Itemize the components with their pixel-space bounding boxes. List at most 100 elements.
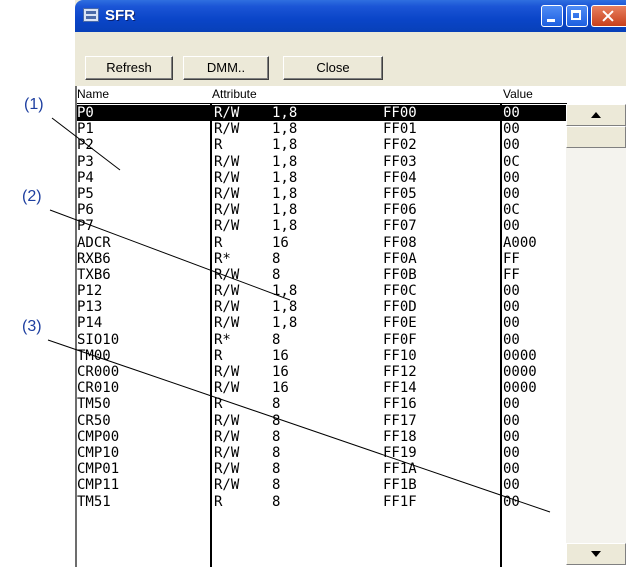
register-value: 0C <box>503 153 520 170</box>
bit-size: 8 <box>272 477 281 494</box>
register-value: 00 <box>503 283 520 300</box>
register-name: P0 <box>77 105 94 121</box>
table-row[interactable]: P7 R/W 1,8 FF07 00 <box>77 218 567 234</box>
window-app-icon[interactable] <box>83 8 99 22</box>
bit-size: 16 <box>272 347 289 364</box>
register-address: FF16 <box>383 396 417 413</box>
register-address: FF0B <box>383 266 417 283</box>
table-row[interactable]: CMP00 R/W 8 FF18 00 <box>77 429 567 445</box>
maximize-icon[interactable] <box>566 5 588 27</box>
bit-size: 16 <box>272 234 289 251</box>
register-name: P5 <box>77 185 94 202</box>
access-attribute: R/W <box>214 444 240 461</box>
register-name: P3 <box>77 153 94 170</box>
register-name: P4 <box>77 169 94 186</box>
access-attribute: R/W <box>214 477 240 494</box>
bit-size: 1,8 <box>272 299 298 316</box>
bit-size: 1,8 <box>272 105 298 121</box>
table-row[interactable]: P5 R/W 1,8 FF05 00 <box>77 186 567 202</box>
register-value: 00 <box>503 444 520 461</box>
column-header-value[interactable]: Value <box>503 86 533 103</box>
register-value: 00 <box>503 169 520 186</box>
table-row[interactable]: P6 R/W 1,8 FF06 0C <box>77 202 567 218</box>
access-attribute: R/W <box>214 121 240 138</box>
table-row[interactable]: P2 R 1,8 FF02 00 <box>77 137 567 153</box>
table-row[interactable]: CR000 R/W 16 FF12 0000 <box>77 364 567 380</box>
register-value: FF <box>503 250 520 267</box>
register-name: P1 <box>77 121 94 138</box>
register-address: FF0C <box>383 283 417 300</box>
register-address: FF00 <box>383 105 417 121</box>
access-attribute: R <box>214 347 223 364</box>
table-row[interactable]: ADCR R 16 FF08 A000 <box>77 235 567 251</box>
access-attribute: R/W <box>214 412 240 429</box>
table-row[interactable]: TM50 R 8 FF16 00 <box>77 396 567 412</box>
bit-size: 1,8 <box>272 185 298 202</box>
register-name: P12 <box>77 283 103 300</box>
dmm-button[interactable]: DMM.. <box>183 56 269 80</box>
table-row[interactable]: P0 R/W 1,8 FF00 00 <box>77 105 567 122</box>
table-row[interactable]: TM00 R 16 FF10 0000 <box>77 348 567 364</box>
access-attribute: R <box>214 234 223 251</box>
sfr-list[interactable]: Name Attribute Value P0 R/W 1,8 FF00 00 P1 R/W… <box>75 86 626 567</box>
register-value: 00 <box>503 428 520 445</box>
register-value: 00 <box>503 185 520 202</box>
register-address: FF0D <box>383 299 417 316</box>
register-address: FF12 <box>383 364 417 380</box>
register-value: 0000 <box>503 364 537 380</box>
register-value: 0000 <box>503 347 537 364</box>
access-attribute: R/W <box>214 202 240 219</box>
scroll-thumb[interactable] <box>566 126 626 148</box>
close-button[interactable]: Close <box>283 56 383 80</box>
register-address: FF06 <box>383 202 417 219</box>
table-row[interactable]: TXB6 R/W 8 FF0B FF <box>77 267 567 283</box>
close-icon[interactable] <box>591 5 626 27</box>
register-address: FF1F <box>383 493 417 510</box>
register-name: TXB6 <box>77 266 111 283</box>
register-address: FF19 <box>383 444 417 461</box>
table-row[interactable]: CR010 R/W 16 FF14 0000 <box>77 380 567 396</box>
register-name: CR50 <box>77 412 111 429</box>
table-row[interactable]: SIO10 R* 8 FF0F 00 <box>77 332 567 348</box>
access-attribute: R/W <box>214 428 240 445</box>
register-value: 00 <box>503 299 520 316</box>
minimize-icon[interactable] <box>541 5 563 27</box>
register-value: 00 <box>503 218 520 235</box>
scroll-up-arrow-icon[interactable] <box>566 104 626 126</box>
table-row[interactable]: CMP01 R/W 8 FF1A 00 <box>77 461 567 477</box>
bit-size: 8 <box>272 331 281 348</box>
column-header-attribute[interactable]: Attribute <box>212 86 257 103</box>
table-row[interactable]: TM51 R 8 FF1F 00 <box>77 494 567 510</box>
table-row[interactable]: RXB6 R* 8 FF0A FF <box>77 251 567 267</box>
register-value: 00 <box>503 121 520 138</box>
register-value: 00 <box>503 331 520 348</box>
callout-label-3: (3) <box>22 318 42 335</box>
table-row[interactable]: CMP11 R/W 8 FF1B 00 <box>77 477 567 493</box>
register-address: FF1B <box>383 477 417 494</box>
vertical-scrollbar[interactable] <box>566 104 626 565</box>
title-bar[interactable]: SFR <box>75 0 626 32</box>
bit-size: 8 <box>272 428 281 445</box>
table-row[interactable]: P12 R/W 1,8 FF0C 00 <box>77 283 567 299</box>
table-row[interactable]: CR50 R/W 8 FF17 00 <box>77 413 567 429</box>
refresh-button[interactable]: Refresh <box>85 56 173 80</box>
bit-size: 8 <box>272 396 281 413</box>
bit-size: 16 <box>272 364 289 380</box>
table-row[interactable]: P14 R/W 1,8 FF0E 00 <box>77 315 567 331</box>
column-header-name[interactable]: Name <box>77 86 109 103</box>
access-attribute: R/W <box>214 461 240 478</box>
window-title: SFR <box>105 7 135 24</box>
callout-label-1: (1) <box>24 96 44 113</box>
table-row[interactable]: P1 R/W 1,8 FF01 00 <box>77 121 567 137</box>
table-row[interactable]: P13 R/W 1,8 FF0D 00 <box>77 299 567 315</box>
table-row[interactable]: CMP10 R/W 8 FF19 00 <box>77 445 567 461</box>
bit-size: 8 <box>272 461 281 478</box>
register-address: FF14 <box>383 380 417 397</box>
table-row[interactable]: P4 R/W 1,8 FF04 00 <box>77 170 567 186</box>
register-value: 0C <box>503 202 520 219</box>
table-row[interactable]: P3 R/W 1,8 FF03 0C <box>77 154 567 170</box>
register-address: FF07 <box>383 218 417 235</box>
bit-size: 1,8 <box>272 153 298 170</box>
scroll-down-arrow-icon[interactable] <box>566 543 626 565</box>
bit-size: 16 <box>272 380 289 397</box>
